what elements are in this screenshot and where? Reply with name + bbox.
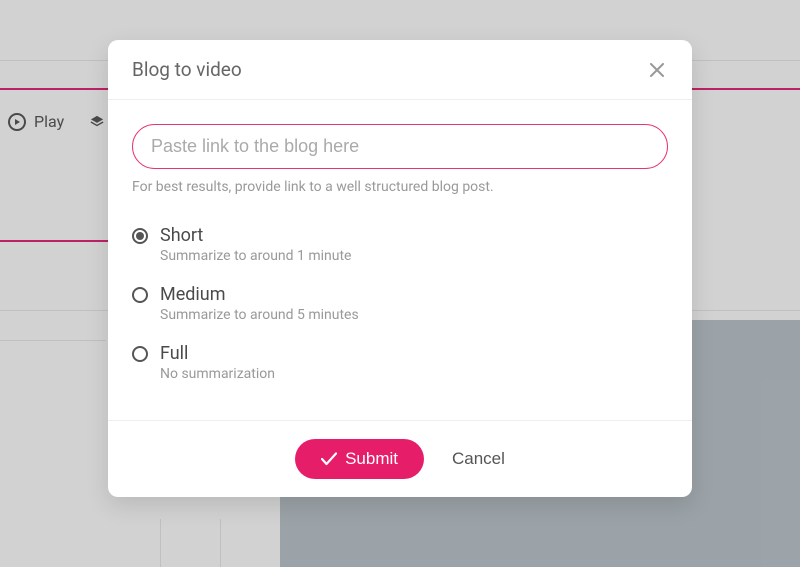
- close-icon: [650, 63, 664, 77]
- blog-to-video-modal: Blog to video For best results, provide …: [108, 40, 692, 497]
- radio-option-full[interactable]: Full No summarization: [132, 343, 668, 382]
- radio-content: Short Summarize to around 1 minute: [160, 225, 668, 264]
- radio-icon: [132, 346, 148, 362]
- submit-label: Submit: [345, 449, 398, 469]
- radio-description: Summarize to around 5 minutes: [160, 307, 668, 323]
- modal-header: Blog to video: [108, 40, 692, 100]
- check-icon: [321, 452, 337, 466]
- radio-label: Medium: [160, 284, 668, 305]
- radio-icon: [132, 287, 148, 303]
- modal-body: For best results, provide link to a well…: [108, 100, 692, 420]
- modal-title: Blog to video: [132, 58, 242, 81]
- blog-url-input[interactable]: [132, 124, 668, 169]
- close-button[interactable]: [646, 59, 668, 81]
- submit-button[interactable]: Submit: [295, 439, 424, 479]
- cancel-label: Cancel: [452, 449, 505, 468]
- radio-option-medium[interactable]: Medium Summarize to around 5 minutes: [132, 284, 668, 323]
- cancel-button[interactable]: Cancel: [452, 449, 505, 469]
- radio-content: Full No summarization: [160, 343, 668, 382]
- radio-icon: [132, 228, 148, 244]
- radio-description: No summarization: [160, 366, 668, 382]
- radio-option-short[interactable]: Short Summarize to around 1 minute: [132, 225, 668, 264]
- radio-label: Full: [160, 343, 668, 364]
- length-radio-group: Short Summarize to around 1 minute Mediu…: [132, 225, 668, 382]
- modal-footer: Submit Cancel: [108, 420, 692, 497]
- radio-label: Short: [160, 225, 668, 246]
- radio-content: Medium Summarize to around 5 minutes: [160, 284, 668, 323]
- radio-description: Summarize to around 1 minute: [160, 248, 668, 264]
- input-hint: For best results, provide link to a well…: [132, 179, 668, 195]
